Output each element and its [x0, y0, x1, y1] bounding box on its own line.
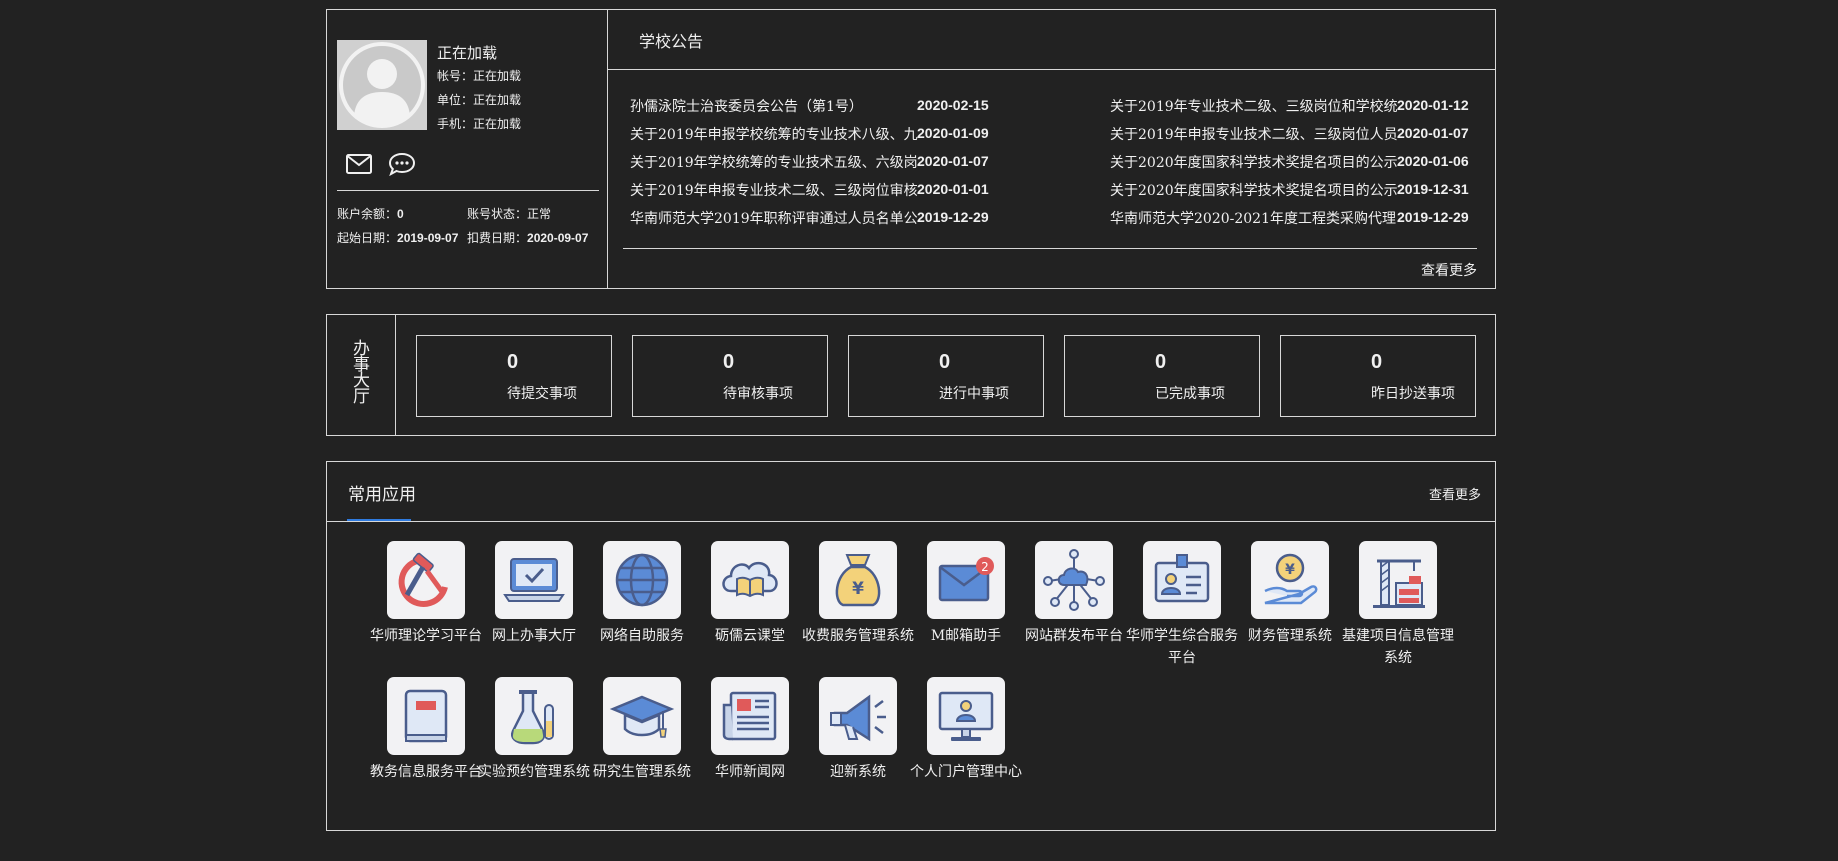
stat-label: 待提交事项	[507, 386, 577, 402]
app-label: 网站群发布平台	[1025, 628, 1123, 644]
account-status: 账号状态：正常	[467, 207, 552, 221]
app-label: 教务信息服务平台	[370, 764, 482, 780]
stat-label: 昨日抄送事项	[1371, 386, 1455, 402]
notice-item-link[interactable]: 关于2019年申报专业技术二级、三级岗位审核	[630, 180, 920, 200]
app-label: M邮箱助手	[930, 628, 1002, 644]
cloud-network-icon	[1035, 541, 1113, 619]
app-label: 华师理论学习平台	[370, 628, 482, 644]
notice-item-link[interactable]: 华南师范大学2019年职称评审通过人员名单公	[630, 208, 920, 228]
user-name: 正在加载	[437, 44, 498, 62]
flask-icon	[495, 677, 573, 755]
notice-item-date: 2020-02-15	[917, 97, 989, 113]
notice-item-link[interactable]: 关于2019年专业技术二级、三级岗位和学校统	[1110, 96, 1400, 116]
app-label: 迎新系统	[830, 764, 886, 780]
user-profile-card: 正在加载 帐号：正在加载 单位：正在加载 手机：正在加载 账户余额：0 账号状态…	[327, 10, 608, 288]
book-icon	[387, 677, 465, 755]
top-panel: 正在加载 帐号：正在加载 单位：正在加载 手机：正在加载 账户余额：0 账号状态…	[326, 9, 1496, 289]
notice-item-date: 2019-12-29	[1397, 209, 1469, 225]
app-label: 财务管理系统	[1248, 628, 1332, 644]
laptop-check-icon	[495, 541, 573, 619]
stat-count: 0	[939, 351, 951, 373]
money-bag-icon: ¥	[819, 541, 897, 619]
stat-card-pending-submit[interactable]: 0 待提交事项	[416, 335, 612, 417]
app-label: 基建项目信息管理系统	[1342, 628, 1454, 666]
start-date: 起始日期：2019-09-07	[337, 231, 459, 245]
mail-icon[interactable]	[345, 152, 373, 176]
notice-item-link[interactable]: 华南师范大学2020-2021年度工程类采购代理	[1110, 208, 1400, 228]
newspaper-icon	[711, 677, 789, 755]
profile-divider	[337, 190, 599, 191]
apps-more-link[interactable]: 查看更多	[1429, 484, 1481, 503]
service-hall-title: 办事大厅	[353, 339, 370, 407]
stat-card-pending-review[interactable]: 0 待审核事项	[632, 335, 828, 417]
service-hall-side: 办事大厅	[327, 315, 396, 435]
notice-item-date: 2020-01-09	[917, 125, 989, 141]
notice-item-link[interactable]: 关于2019年学校统筹的专业技术五级、六级岗	[630, 152, 920, 172]
stat-label: 进行中事项	[939, 386, 1009, 402]
school-notice-panel: 学校公告 孙儒泳院士治丧委员会公告（第1号） 2020-02-15 关于2019…	[608, 10, 1495, 288]
message-icon[interactable]	[388, 152, 416, 177]
mail-badge-icon: 2	[927, 541, 1005, 619]
user-phone: 手机：正在加载	[437, 117, 522, 131]
app-label: 网上办事大厅	[492, 628, 576, 644]
notice-item-date: 2020-01-01	[917, 181, 989, 197]
apps-title[interactable]: 常用应用	[348, 480, 416, 505]
svg-text:¥: ¥	[1285, 562, 1295, 578]
avatar	[337, 40, 427, 130]
stat-count: 0	[507, 351, 519, 373]
user-account: 帐号：正在加载	[437, 69, 522, 83]
notice-item-date: 2019-12-31	[1397, 181, 1469, 197]
notice-item-link[interactable]: 关于2019年申报专业技术二级、三级岗位人员	[1110, 124, 1400, 144]
notice-item-date: 2019-12-29	[917, 209, 989, 225]
notice-more-link[interactable]: 查看更多	[1421, 260, 1477, 280]
hand-coin-icon: ¥	[1251, 541, 1329, 619]
apps-header: 常用应用 查看更多	[327, 462, 1495, 522]
mail-badge-count: 2	[981, 560, 989, 574]
stat-count: 0	[1155, 351, 1167, 373]
common-apps-panel: 常用应用 查看更多 华师理论学习平台 网上办事大厅 网络自助服务 砺儒云课堂 ¥…	[326, 461, 1496, 831]
notice-divider	[623, 248, 1477, 249]
graduation-cap-icon	[603, 677, 681, 755]
megaphone-icon	[819, 677, 897, 755]
app-label: 收费服务管理系统	[802, 628, 914, 644]
notice-item-date: 2020-01-06	[1397, 153, 1469, 169]
app-label: 砺儒云课堂	[715, 628, 785, 644]
app-label: 个人门户管理中心	[910, 764, 1022, 780]
cloud-book-icon	[711, 541, 789, 619]
app-label: 研究生管理系统	[593, 764, 691, 780]
apps-tab-underline	[347, 519, 411, 521]
svg-text:¥: ¥	[852, 579, 864, 599]
monitor-user-icon	[927, 677, 1005, 755]
stat-count: 0	[1371, 351, 1383, 373]
stat-card-yesterday-cc[interactable]: 0 昨日抄送事项	[1280, 335, 1476, 417]
stat-card-completed[interactable]: 0 已完成事项	[1064, 335, 1260, 417]
user-unit: 单位：正在加载	[437, 93, 522, 107]
notice-item-link[interactable]: 关于2020年度国家科学技术奖提名项目的公示	[1110, 180, 1400, 200]
hammer-sickle-icon	[387, 541, 465, 619]
notice-item-link[interactable]: 关于2020年度国家科学技术奖提名项目的公示	[1110, 152, 1400, 172]
app-label: 华师新闻网	[715, 764, 785, 780]
service-hall-panel: 办事大厅 0 待提交事项 0 待审核事项 0 进行中事项 0 已完成事项 0 昨…	[326, 314, 1496, 436]
notice-item-date: 2020-01-12	[1397, 97, 1469, 113]
notice-item-date: 2020-01-07	[917, 153, 989, 169]
notice-header: 学校公告	[608, 10, 1495, 70]
deduct-date: 扣费日期：2020-09-07	[467, 231, 589, 245]
notice-title: 学校公告	[639, 32, 704, 51]
app-label: 华师学生综合服务平台	[1126, 628, 1238, 666]
app-label: 实验预约管理系统	[478, 764, 590, 780]
notice-item-link[interactable]: 关于2019年申报学校统筹的专业技术八级、九	[630, 124, 920, 144]
account-balance: 账户余额：0	[337, 207, 404, 221]
globe-icon	[603, 541, 681, 619]
stat-label: 已完成事项	[1155, 386, 1225, 402]
app-label: 网络自助服务	[600, 628, 684, 644]
crane-building-icon	[1359, 541, 1437, 619]
id-card-icon	[1143, 541, 1221, 619]
notice-item-date: 2020-01-07	[1397, 125, 1469, 141]
stat-count: 0	[723, 351, 735, 373]
stat-card-in-progress[interactable]: 0 进行中事项	[848, 335, 1044, 417]
stat-label: 待审核事项	[723, 386, 793, 402]
notice-item-link[interactable]: 孙儒泳院士治丧委员会公告（第1号）	[630, 96, 920, 116]
